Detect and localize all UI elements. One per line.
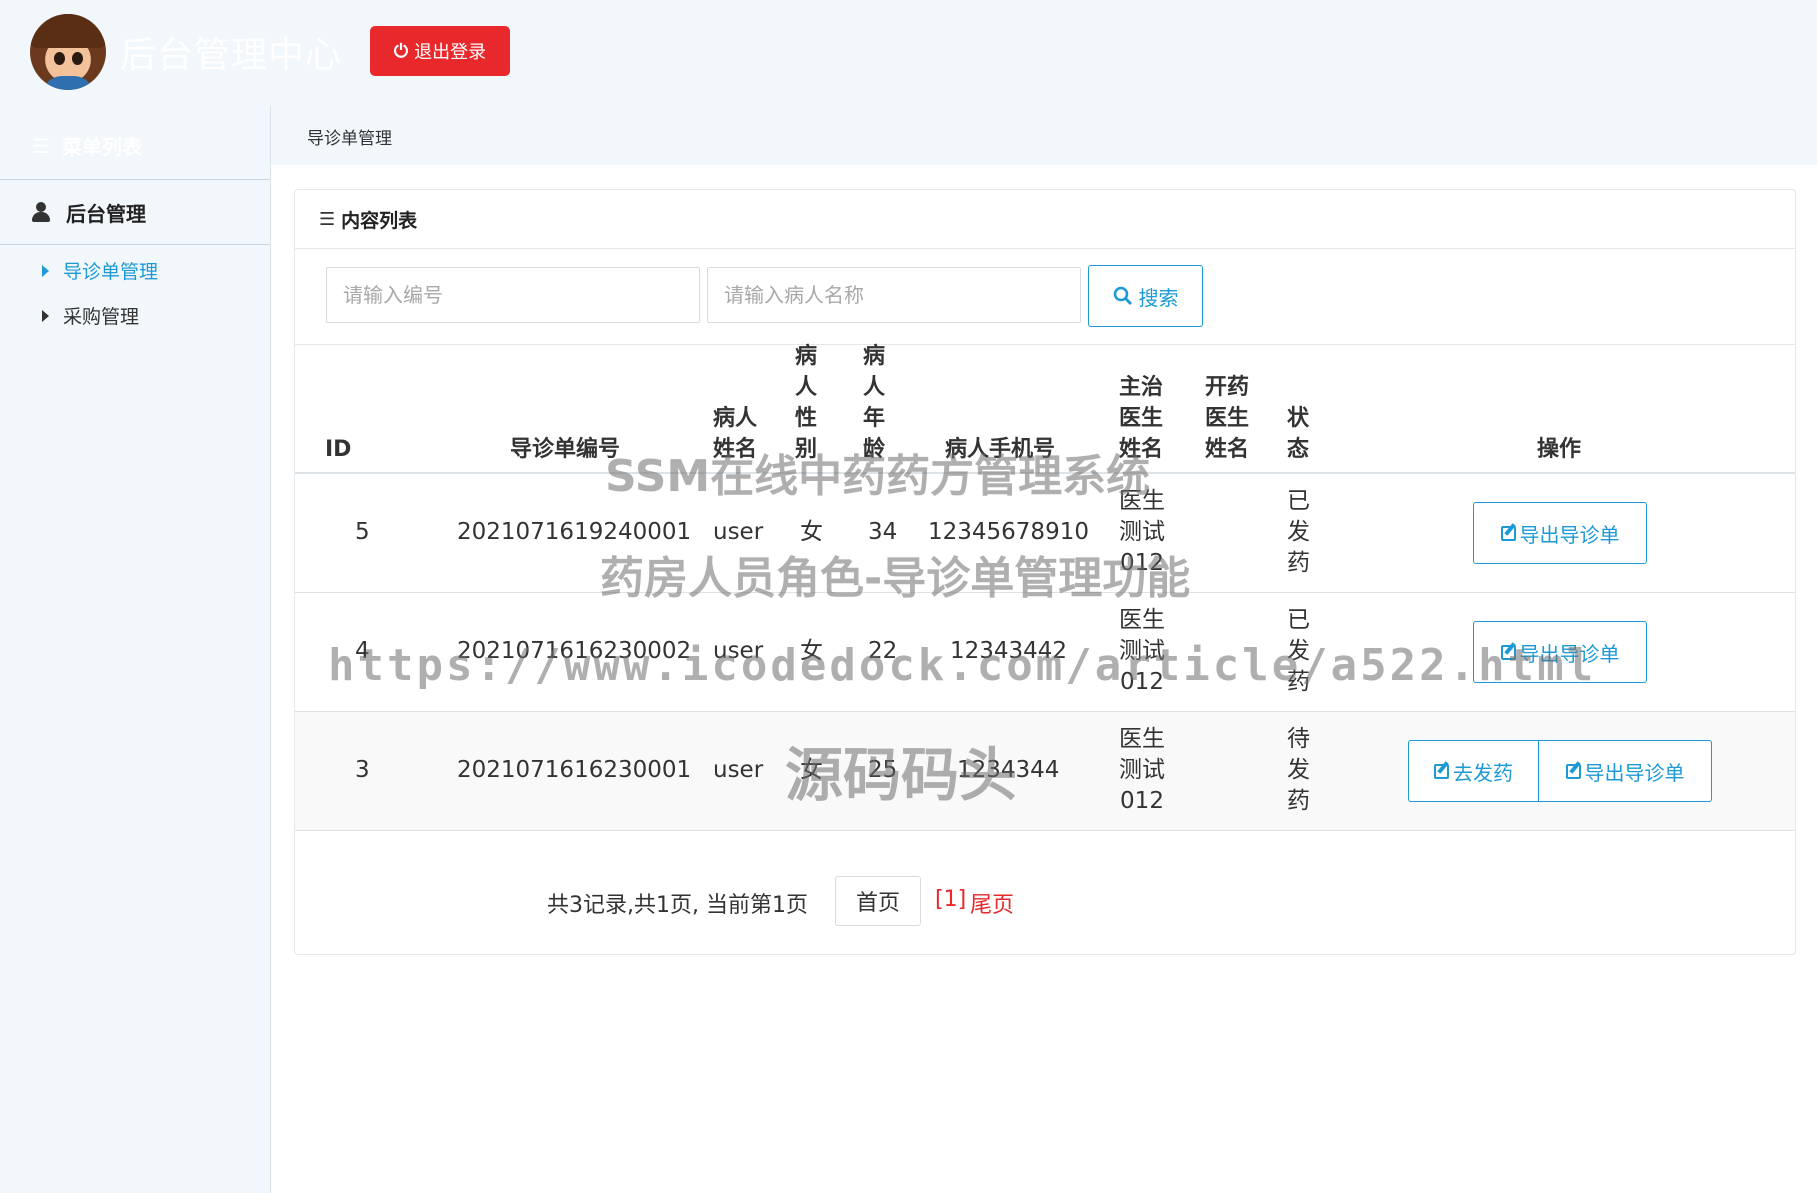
cell-sex: 女 <box>800 638 823 664</box>
sidebar-item-purchase[interactable]: 采购管理 <box>42 302 139 329</box>
sidebar-group-backend[interactable]: 后台管理 <box>0 180 270 245</box>
export-button-label: 导出导诊单 <box>1519 522 1620 547</box>
export-button-label: 导出导诊单 <box>1584 760 1685 785</box>
th-status: 状态 <box>1287 406 1310 462</box>
edit-icon <box>1565 763 1581 779</box>
cell-age: 22 <box>868 638 898 664</box>
caret-right-icon <box>42 264 49 277</box>
sidebar-item-label: 导诊单管理 <box>63 261 159 283</box>
edit-icon <box>1500 525 1516 541</box>
sidebar-item-label: 采购管理 <box>63 306 140 328</box>
cell-phone: 12345678910 <box>928 519 1089 545</box>
pagination-first-button[interactable]: 首页 <box>835 876 921 926</box>
th-operations: 操作 <box>1537 437 1582 462</box>
cell-doctor: 医生 测试 012 <box>1119 488 1165 576</box>
cell-status: 已发药 <box>1287 488 1310 576</box>
th-patient-sex: 病人性别 <box>795 344 818 462</box>
cell-doctor: 医生 测试 012 <box>1119 607 1165 695</box>
user-icon <box>32 202 50 222</box>
th-patient-name: 病人 姓名 <box>713 406 758 462</box>
sidebar: ☰ 菜单列表 后台管理 导诊单管理 采购管理 <box>0 105 271 1193</box>
cell-phone: 1234344 <box>957 757 1060 783</box>
th-code: 导诊单编号 <box>510 437 621 462</box>
logout-button[interactable]: ⏻ 退出登录 <box>370 26 510 76</box>
cell-patient-name: user <box>713 757 764 783</box>
pagination-last-button[interactable]: 尾页 <box>970 887 1014 919</box>
sidebar-group-label: 后台管理 <box>66 201 146 226</box>
cell-sex: 女 <box>800 519 823 545</box>
patient-name-search-input[interactable] <box>707 267 1081 323</box>
cell-age: 25 <box>868 757 898 783</box>
cell-status: 待发药 <box>1287 726 1310 814</box>
edit-icon <box>1500 644 1516 660</box>
app-title: 后台管理中心 <box>120 35 343 76</box>
search-icon <box>1113 286 1132 306</box>
table-row: 4 2021071616230002 user 女 22 12343442 医生… <box>295 593 1795 712</box>
pagination-current-page[interactable]: [1] <box>935 887 966 912</box>
cell-code: 2021071616230001 <box>457 757 692 783</box>
cell-age: 34 <box>868 519 898 545</box>
logout-label: 退出登录 <box>414 42 487 63</box>
breadcrumb: 导诊单管理 <box>307 129 392 149</box>
cell-patient-name: user <box>713 519 764 545</box>
cell-code: 2021071619240001 <box>457 519 692 545</box>
code-search-input[interactable] <box>326 267 700 323</box>
export-guide-order-button[interactable]: 导出导诊单 <box>1473 621 1647 683</box>
cell-id: 5 <box>355 519 370 545</box>
sidebar-item-guide-orders[interactable]: 导诊单管理 <box>42 257 158 284</box>
pagination-summary: 共3记录,共1页, 当前第1页 <box>547 893 808 918</box>
caret-right-icon <box>42 309 49 322</box>
list-bars-icon: ☰ <box>319 208 336 230</box>
th-phone: 病人手机号 <box>945 437 1056 462</box>
content-panel: ☰ 内容列表 搜索 ID 导诊单编号 病人姓名 病人性别 病人年龄 病人手机号 … <box>294 189 1796 955</box>
cell-sex: 女 <box>800 757 823 783</box>
menu-title-label: 菜单列表 <box>61 135 142 159</box>
cell-status: 已发药 <box>1287 607 1310 695</box>
search-button-label: 搜索 <box>1138 285 1179 310</box>
export-guide-order-button[interactable]: 导出导诊单 <box>1473 502 1647 564</box>
cell-patient-name: user <box>713 638 764 664</box>
th-id: ID <box>325 437 352 462</box>
th-patient-age: 病人年龄 <box>863 344 886 462</box>
edit-icon <box>1434 763 1449 779</box>
th-prescriber: 开药 医生 姓名 <box>1205 375 1250 462</box>
cell-code: 2021071616230002 <box>457 638 692 664</box>
menu-title: ☰ 菜单列表 <box>32 131 142 160</box>
export-guide-order-button[interactable]: 导出导诊单 <box>1538 740 1712 802</box>
table-row: 3 2021071616230001 user 女 25 1234344 医生测… <box>295 712 1795 831</box>
search-button[interactable]: 搜索 <box>1088 265 1203 327</box>
menu-bars-icon: ☰ <box>32 133 50 158</box>
table-row: 5 2021071619240001 user 女 34 12345678910… <box>295 474 1795 593</box>
th-doctor: 主治 医生 姓名 <box>1119 375 1164 462</box>
search-row: 搜索 <box>295 248 1795 345</box>
cell-id: 3 <box>355 757 370 783</box>
cell-phone: 12343442 <box>950 638 1068 664</box>
export-button-label: 导出导诊单 <box>1519 641 1620 666</box>
top-header: 后台管理中心 ⏻ 退出登录 <box>0 0 1817 105</box>
cell-doctor: 医生 测试 012 <box>1119 726 1165 814</box>
avatar <box>30 14 106 90</box>
panel-title: 内容列表 <box>341 209 418 232</box>
panel-header: ☰ 内容列表 <box>295 190 1795 249</box>
power-icon: ⏻ <box>393 40 409 62</box>
dispense-button-label: 去发药 <box>1453 760 1513 785</box>
cell-id: 4 <box>355 638 370 664</box>
dispense-medicine-button[interactable]: 去发药 <box>1408 740 1539 802</box>
